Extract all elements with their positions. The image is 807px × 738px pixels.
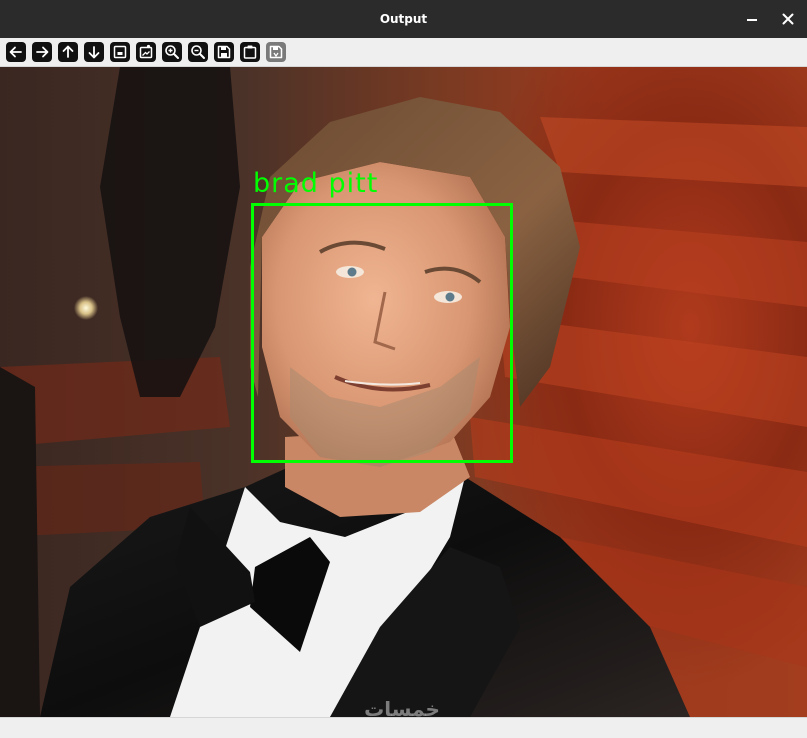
properties-icon (269, 45, 283, 59)
zoom-fit-button[interactable] (136, 42, 156, 62)
output-window: Output brad pitt خمسات (0, 0, 807, 738)
pan-left-button[interactable] (6, 42, 26, 62)
copy-clipboard-button[interactable] (240, 42, 260, 62)
zoom-original-button[interactable] (110, 42, 130, 62)
pan-down-button[interactable] (84, 42, 104, 62)
zoom-out-button[interactable] (188, 42, 208, 62)
zoom-out-icon (191, 45, 205, 59)
detection-label: brad pitt (253, 168, 379, 199)
zoom-original-icon (113, 45, 127, 59)
toolbar (0, 38, 807, 67)
title-bar[interactable]: Output (0, 0, 807, 38)
pan-up-button[interactable] (58, 42, 78, 62)
arrow-left-icon (9, 46, 22, 58)
minimize-button[interactable] (742, 9, 762, 29)
zoom-in-icon (165, 45, 179, 59)
zoom-in-button[interactable] (162, 42, 182, 62)
save-icon (217, 45, 231, 59)
copy-clipboard-icon (243, 45, 257, 59)
pan-right-button[interactable] (32, 42, 52, 62)
save-button[interactable] (214, 42, 234, 62)
close-icon (782, 13, 794, 25)
arrow-up-icon (62, 45, 74, 58)
image-canvas[interactable]: brad pitt (0, 67, 807, 717)
minimize-icon (747, 19, 757, 21)
window-title: Output (379, 12, 428, 26)
detection-box (251, 203, 513, 463)
status-bar (0, 717, 807, 738)
zoom-fit-icon (139, 44, 153, 59)
properties-button[interactable] (266, 42, 286, 62)
close-button[interactable] (778, 9, 798, 29)
arrow-right-icon (36, 46, 49, 58)
arrow-down-icon (88, 46, 100, 59)
